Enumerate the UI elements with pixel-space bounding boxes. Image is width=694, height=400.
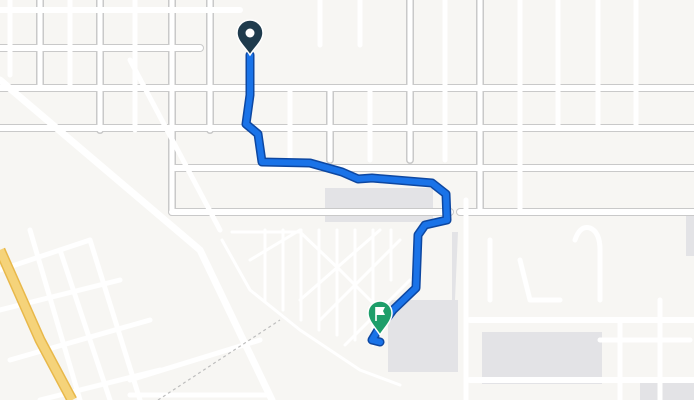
building-edge xyxy=(686,214,694,256)
road-casings xyxy=(0,0,694,216)
buildings xyxy=(325,188,694,400)
highway xyxy=(0,248,76,400)
start-location-pin-icon[interactable] xyxy=(236,19,264,57)
building-east xyxy=(482,332,602,384)
map-canvas[interactable] xyxy=(0,0,694,400)
map-view[interactable] xyxy=(0,0,694,400)
rail-line xyxy=(157,319,281,400)
building-north-mall xyxy=(325,188,433,222)
